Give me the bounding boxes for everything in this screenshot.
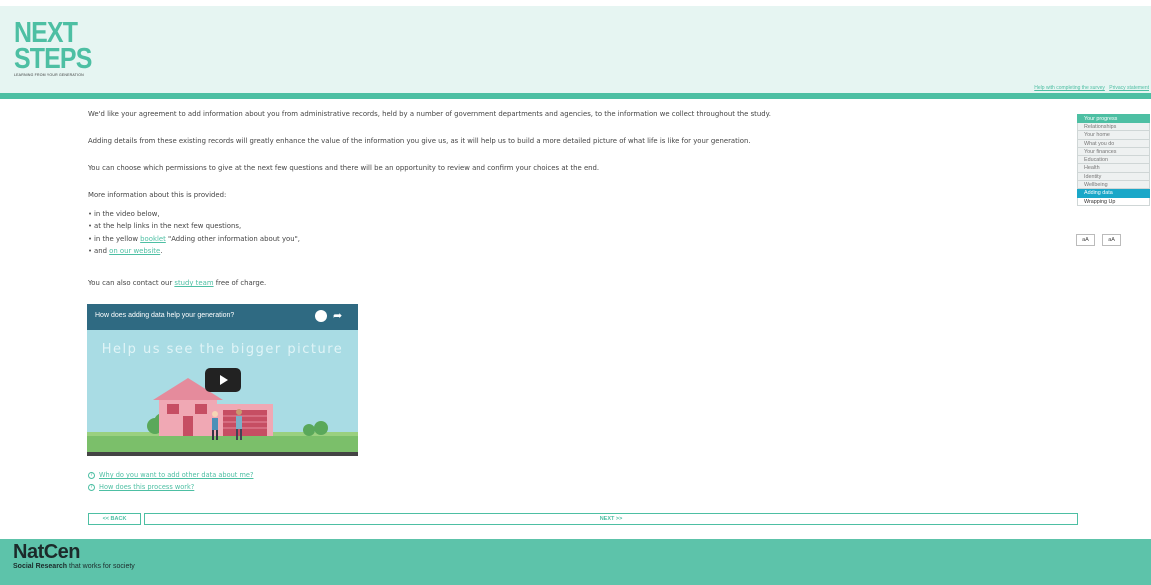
- progress-panel: Your progress Relationships Your home Wh…: [1077, 114, 1150, 206]
- header-divider: [0, 93, 1151, 99]
- page: NEXT STEPS LEARNING FROM YOUR GENERATION…: [0, 0, 1151, 585]
- progress-item-identity: Identity: [1077, 172, 1150, 182]
- header-links: Help with completing the survey Privacy …: [1031, 85, 1149, 91]
- intro-paragraph: We'd like your agreement to add informat…: [88, 110, 771, 118]
- more-info-paragraph: More information about this is provided:: [88, 191, 227, 199]
- list-item-text: in the yellow: [94, 234, 141, 243]
- contact-text: free of charge.: [213, 279, 267, 288]
- natcen-tagline: Social Research that works for society: [13, 563, 135, 570]
- video-caption: Help us see the bigger picture: [101, 342, 344, 357]
- progress-item-your-home: Your home: [1077, 131, 1150, 140]
- play-button[interactable]: [205, 368, 241, 392]
- progress-item-what-you-do: What you do: [1077, 139, 1150, 148]
- video-player[interactable]: How does adding data help your generatio…: [87, 304, 358, 456]
- video-progress-bar[interactable]: [87, 452, 358, 456]
- progress-item-adding-data: Adding data: [1077, 189, 1150, 198]
- study-team-link[interactable]: study team: [174, 279, 213, 287]
- list-item: in the video below,: [88, 208, 1048, 221]
- help-icon: ?: [88, 471, 95, 479]
- back-button[interactable]: << BACK: [88, 513, 141, 525]
- watch-later-icon[interactable]: [315, 310, 327, 322]
- video-title[interactable]: How does adding data help your generatio…: [95, 312, 234, 319]
- progress-item-wellbeing: Wellbeing: [1077, 181, 1150, 190]
- natcen-logo: NatCen Social Research that works for so…: [13, 542, 135, 570]
- natcen-wordmark: NatCen: [13, 541, 81, 563]
- site-footer: NatCen Social Research that works for so…: [0, 539, 1151, 585]
- nav-buttons: << BACK NEXT >>: [88, 513, 1078, 525]
- contact-paragraph: You can also contact our study team free…: [88, 279, 1048, 288]
- site-header: NEXT STEPS LEARNING FROM YOUR GENERATION…: [0, 6, 1151, 93]
- list-item-text: "Adding other information about you",: [165, 234, 300, 243]
- progress-header: Your progress: [1077, 114, 1150, 123]
- tagline-bold: Social Research: [13, 563, 68, 570]
- list-item: in the yellow booklet "Adding other info…: [88, 233, 1048, 246]
- font-size-controls: aA aA: [1076, 226, 1123, 246]
- main-content: We'd like your agreement to add informat…: [88, 110, 1048, 306]
- why-add-data-link[interactable]: Why do you want to add other data about …: [99, 469, 253, 481]
- progress-item-your-finances: Your finances: [1077, 147, 1150, 157]
- info-list: in the video below, at the help links in…: [88, 208, 1048, 257]
- help-row: ? How does this process work?: [88, 481, 253, 493]
- list-item-text: and: [94, 246, 110, 255]
- tagline-rest: that works for society: [67, 563, 135, 570]
- progress-item-education: Education: [1077, 156, 1150, 165]
- how-process-works-link[interactable]: How does this process work?: [99, 481, 194, 493]
- list-item-text: at the help links in the next few questi…: [94, 222, 242, 231]
- list-item-text: .: [160, 246, 163, 255]
- list-item-text: in the video below,: [94, 210, 160, 218]
- list-item: and on our website.: [88, 245, 1048, 258]
- next-steps-logo: NEXT STEPS LEARNING FROM YOUR GENERATION: [14, 19, 92, 78]
- list-item: at the help links in the next few questi…: [88, 220, 1048, 233]
- increase-font-button[interactable]: aA: [1102, 234, 1122, 246]
- next-button[interactable]: NEXT >>: [144, 513, 1078, 525]
- logo-line2: STEPS: [14, 43, 92, 75]
- help-icon: ?: [88, 483, 95, 491]
- help-links: ? Why do you want to add other data abou…: [88, 469, 253, 493]
- decrease-font-button[interactable]: aA: [1076, 234, 1095, 246]
- progress-item-wrapping-up: Wrapping Up: [1077, 197, 1150, 206]
- help-row: ? Why do you want to add other data abou…: [88, 469, 253, 481]
- progress-item-health: Health: [1077, 164, 1150, 173]
- privacy-statement-link[interactable]: Privacy statement: [1109, 85, 1149, 91]
- website-link[interactable]: on our website: [109, 247, 160, 255]
- help-survey-link[interactable]: Help with completing the survey: [1034, 85, 1105, 91]
- enhance-paragraph: Adding details from these existing recor…: [88, 137, 751, 145]
- booklet-link[interactable]: booklet: [140, 235, 166, 243]
- contact-text: You can also contact our: [88, 279, 175, 288]
- progress-item-relationships: Relationships: [1077, 123, 1150, 132]
- share-icon[interactable]: ➦: [333, 309, 342, 322]
- permissions-paragraph: You can choose which permissions to give…: [88, 164, 600, 172]
